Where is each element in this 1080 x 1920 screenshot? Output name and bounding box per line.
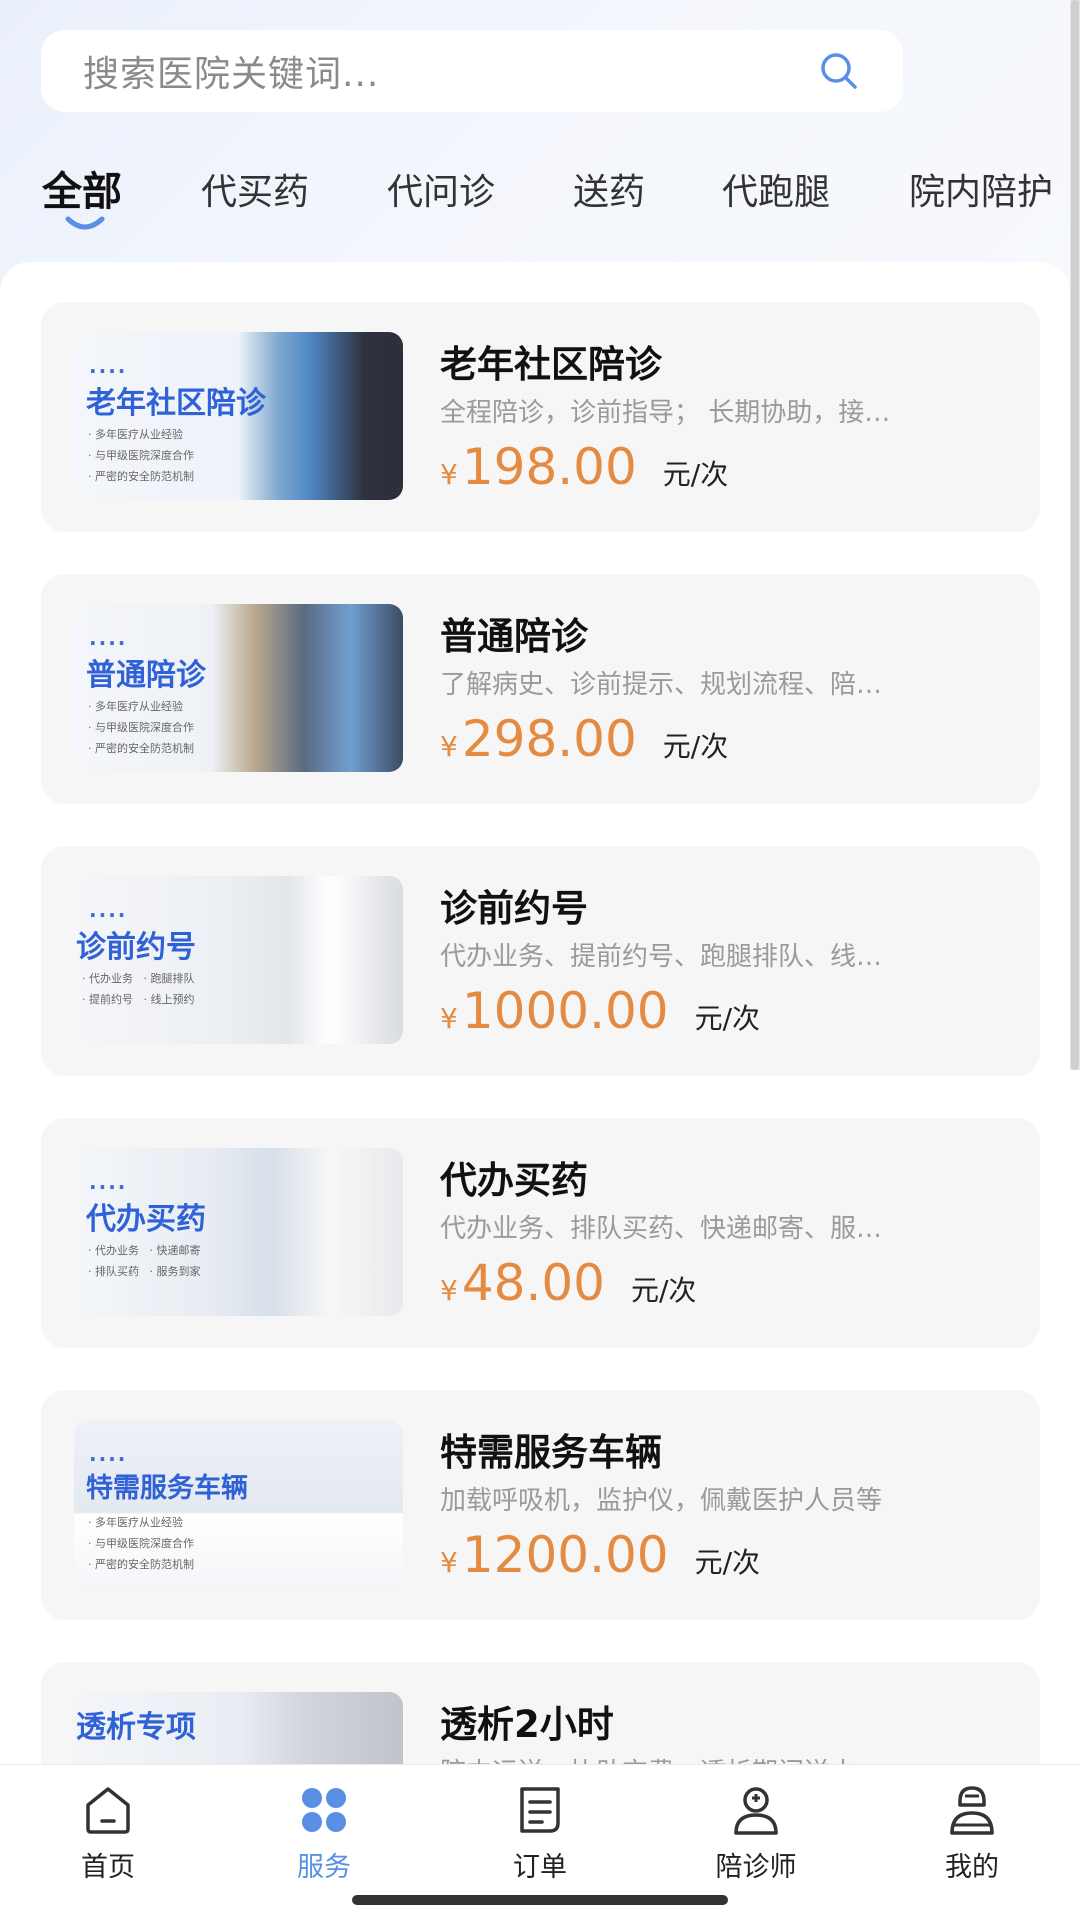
nav-profile-label: 我的 [945, 1852, 999, 1883]
price-value: 48.00 [461, 1254, 605, 1312]
service-description: 院内运送、协助交费、透析期间送水… [440, 1752, 1000, 1764]
orders-icon [520, 1787, 560, 1833]
search-icon[interactable] [817, 49, 861, 93]
thumbnail-title: 普通陪诊 [86, 658, 206, 693]
nav-services-label: 服务 [297, 1852, 351, 1883]
thumbnail-bullets: · 多年医疗从业经验 · 与甲级医院深度合作 · 严密的安全防范机制 [88, 428, 194, 483]
category-tabs: 全部 代买药 代问诊 送药 代跑腿 院内陪护 [0, 155, 1080, 235]
service-description: 了解病史、诊前提示、规划流程、陪… [440, 670, 883, 700]
thumbnail-bullets: · 多年医疗从业经验 · 与甲级医院深度合作 · 严密的安全防范机制 [88, 1516, 194, 1571]
service-title: 普通陪诊 [440, 615, 588, 658]
service-card[interactable]: .... 诊前约号 · 代办业务 · 跑腿排队 · 提前约号 · 线上预约 诊前… [41, 846, 1040, 1076]
service-card[interactable]: .... 代办买药 · 代办业务 · 快递邮寄 · 排队买药 · 服务到家 代办… [41, 1118, 1040, 1348]
tab-inpatient-care[interactable]: 院内陪护 [909, 163, 1053, 215]
tab-consultation[interactable]: 代问诊 [387, 163, 495, 215]
service-title: 诊前约号 [440, 887, 588, 930]
service-card[interactable]: .... 老年社区陪诊 · 多年医疗从业经验 · 与甲级医院深度合作 · 严密的… [41, 302, 1040, 532]
tab-buy-medicine[interactable]: 代买药 [201, 163, 309, 215]
price-value: 298.00 [461, 710, 637, 768]
service-price: ¥ 298.00 元/次 [440, 710, 728, 768]
nav-profile[interactable]: 我的 [902, 1779, 1042, 1884]
active-tab-indicator [65, 216, 105, 230]
service-thumbnail: .... 特需服务车辆 · 多年医疗从业经验 · 与甲级医院深度合作 · 严密的… [74, 1420, 403, 1588]
tab-errands[interactable]: 代跑腿 [722, 163, 830, 215]
price-unit: 元/次 [662, 458, 729, 491]
thumbnail-title: 诊前约号 [76, 930, 196, 965]
price-unit: 元/次 [694, 1002, 761, 1035]
nav-home-label: 首页 [81, 1852, 135, 1883]
service-card[interactable]: 透析专项 透析2小时 院内运送、协助交费、透析期间送水… [41, 1662, 1040, 1764]
currency-symbol: ¥ [440, 730, 458, 763]
service-card[interactable]: .... 普通陪诊 · 多年医疗从业经验 · 与甲级医院深度合作 · 严密的安全… [41, 574, 1040, 804]
thumbnail-bullets: · 代办业务 · 跑腿排队 · 提前约号 · 线上预约 [82, 972, 195, 1006]
price-unit: 元/次 [694, 1546, 761, 1579]
service-title: 透析2小时 [440, 1703, 614, 1746]
service-list[interactable]: .... 老年社区陪诊 · 多年医疗从业经验 · 与甲级医院深度合作 · 严密的… [0, 262, 1070, 1764]
service-price: ¥ 1200.00 元/次 [440, 1526, 760, 1584]
thumbnail-dots: .... [89, 1442, 128, 1466]
escort-icon [734, 1787, 778, 1835]
tab-delivery[interactable]: 送药 [573, 163, 645, 215]
thumbnail-dots: .... [89, 898, 128, 922]
service-price: ¥ 198.00 元/次 [440, 438, 728, 496]
thumbnail-title: 特需服务车辆 [86, 1473, 248, 1504]
service-card[interactable]: .... 特需服务车辆 · 多年医疗从业经验 · 与甲级医院深度合作 · 严密的… [41, 1390, 1040, 1620]
nav-orders-label: 订单 [513, 1852, 567, 1883]
service-thumbnail: .... 老年社区陪诊 · 多年医疗从业经验 · 与甲级医院深度合作 · 严密的… [74, 332, 403, 500]
service-description: 加载呼吸机，监护仪，佩戴医护人员等 [440, 1486, 883, 1516]
home-indicator[interactable] [352, 1895, 728, 1905]
price-value: 1000.00 [461, 982, 669, 1040]
profile-icon [950, 1786, 994, 1835]
thumbnail-dots: .... [89, 354, 128, 378]
nav-services[interactable]: 服务 [254, 1779, 394, 1884]
service-title: 代办买药 [440, 1159, 588, 1202]
service-price: ¥ 1000.00 元/次 [440, 982, 760, 1040]
thumbnail-title: 老年社区陪诊 [86, 386, 266, 421]
search-input[interactable]: 搜索医院关键词... [83, 45, 817, 97]
currency-symbol: ¥ [440, 1274, 458, 1307]
thumbnail-dots: .... [89, 626, 128, 650]
nav-escort[interactable]: 陪诊师 [686, 1779, 826, 1884]
service-thumbnail: .... 代办买药 · 代办业务 · 快递邮寄 · 排队买药 · 服务到家 [74, 1148, 403, 1316]
price-value: 198.00 [461, 438, 637, 496]
nav-orders[interactable]: 订单 [470, 1779, 610, 1884]
service-title: 老年社区陪诊 [440, 343, 662, 386]
service-thumbnail: .... 诊前约号 · 代办业务 · 跑腿排队 · 提前约号 · 线上预约 [74, 876, 403, 1044]
thumbnail-bullets: · 多年医疗从业经验 · 与甲级医院深度合作 · 严密的安全防范机制 [88, 700, 194, 755]
nav-escort-label: 陪诊师 [715, 1852, 797, 1883]
nav-home[interactable]: 首页 [38, 1779, 178, 1884]
services-grid-icon [302, 1788, 346, 1832]
service-description: 代办业务、提前约号、跑腿排队、线… [440, 942, 883, 972]
tab-all[interactable]: 全部 [42, 159, 122, 217]
thumbnail-title: 透析专项 [76, 1710, 196, 1745]
service-price: ¥ 48.00 元/次 [440, 1254, 696, 1312]
thumbnail-bullets: · 代办业务 · 快递邮寄 · 排队买药 · 服务到家 [88, 1244, 201, 1278]
thumbnail-title: 代办买药 [86, 1202, 206, 1237]
price-unit: 元/次 [630, 1274, 697, 1307]
currency-symbol: ¥ [440, 1002, 458, 1035]
thumbnail-dots: .... [89, 1170, 128, 1194]
price-value: 1200.00 [461, 1526, 669, 1584]
service-thumbnail: 透析专项 [74, 1692, 403, 1764]
home-icon [86, 1787, 130, 1834]
currency-symbol: ¥ [440, 458, 458, 491]
service-description: 代办业务、排队买药、快递邮寄、服… [440, 1214, 883, 1244]
search-bar[interactable]: 搜索医院关键词... [41, 30, 903, 112]
service-thumbnail: .... 普通陪诊 · 多年医疗从业经验 · 与甲级医院深度合作 · 严密的安全… [74, 604, 403, 772]
service-description: 全程陪诊，诊前指导； 长期协助，接… [440, 398, 891, 428]
price-unit: 元/次 [662, 730, 729, 763]
service-title: 特需服务车辆 [440, 1431, 662, 1474]
currency-symbol: ¥ [440, 1546, 458, 1579]
